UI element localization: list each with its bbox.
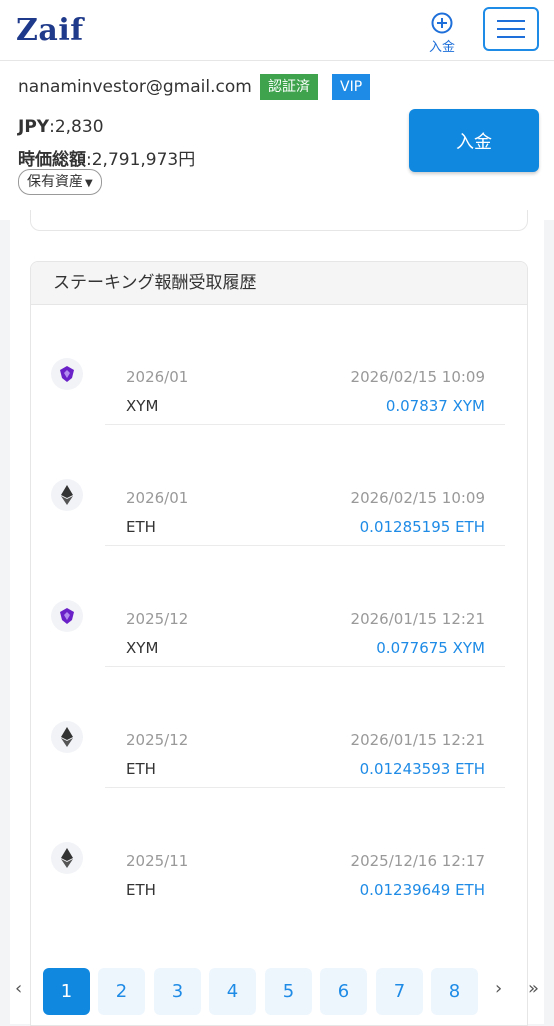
- page-2-button[interactable]: 2: [98, 968, 145, 1015]
- history-row: 2025/12 ETH 2026/01/15 12:21 0.01243593 …: [31, 667, 527, 788]
- header-deposit-button[interactable]: 入金: [424, 12, 460, 55]
- header-deposit-label: 入金: [428, 40, 455, 55]
- reward-datetime: 2026/01/15 12:21: [350, 610, 485, 628]
- main-content: ステーキング報酬受取履歴 2026/01 XYM 2026/02/15 10:0…: [10, 210, 544, 1026]
- total-value: :2,791,973円: [86, 150, 196, 170]
- account-email: nanaminvestor@gmail.com: [18, 77, 252, 97]
- xym-icon: [51, 600, 83, 632]
- jpy-balance: JPY:2,830: [18, 117, 104, 137]
- reward-period: 2026/01: [126, 489, 189, 507]
- caret-down-icon: ▼: [85, 178, 93, 189]
- verified-badge: 認証済: [260, 74, 318, 100]
- reward-amount: 0.01239649 ETH: [359, 881, 485, 899]
- reward-period: 2025/11: [126, 852, 189, 870]
- reward-datetime: 2026/02/15 10:09: [350, 368, 485, 386]
- reward-period: 2025/12: [126, 610, 189, 628]
- page-1-button[interactable]: 1: [43, 968, 90, 1015]
- next-page-button[interactable]: ›: [495, 978, 502, 999]
- hamburger-menu-button[interactable]: [483, 7, 539, 51]
- panel-title: ステーキング報酬受取履歴: [31, 262, 527, 305]
- history-row: 2026/01 XYM 2026/02/15 10:09 0.07837 XYM: [31, 304, 527, 425]
- page-7-button[interactable]: 7: [376, 968, 423, 1015]
- xym-icon: [51, 358, 83, 390]
- reward-datetime: 2026/01/15 12:21: [350, 731, 485, 749]
- reward-currency: XYM: [126, 639, 159, 657]
- account-summary: nanaminvestor@gmail.com 認証済 VIP JPY:2,83…: [0, 61, 554, 220]
- staking-history-panel: ステーキング報酬受取履歴 2026/01 XYM 2026/02/15 10:0…: [30, 261, 528, 1026]
- reward-amount: 0.01285195 ETH: [359, 518, 485, 536]
- total-label: 時価総額: [18, 150, 86, 170]
- eth-icon: [51, 479, 83, 511]
- zaif-logo[interactable]: Zaif: [16, 10, 84, 50]
- deposit-button[interactable]: 入金: [409, 109, 539, 172]
- reward-datetime: 2025/12/16 12:17: [350, 852, 485, 870]
- plus-circle-icon: [431, 12, 453, 34]
- page-8-button[interactable]: 8: [431, 968, 478, 1015]
- logo-text: Zaif: [16, 12, 84, 48]
- menu-icon-bar: [497, 20, 525, 22]
- reward-currency: ETH: [126, 760, 156, 778]
- prev-page-button[interactable]: ‹: [15, 978, 22, 999]
- jpy-label: JPY: [18, 117, 50, 137]
- pagination: ‹ 1 2 3 4 5 6 7 8 › »: [0, 966, 554, 1024]
- reward-currency: XYM: [126, 397, 159, 415]
- holdings-dropdown[interactable]: 保有資産 ▼: [18, 169, 102, 195]
- menu-icon-bar: [497, 28, 525, 30]
- reward-currency: ETH: [126, 518, 156, 536]
- reward-period: 2025/12: [126, 731, 189, 749]
- eth-icon: [51, 842, 83, 874]
- history-row: 2025/11 ETH 2025/12/16 12:17 0.01239649 …: [31, 788, 527, 909]
- reward-period: 2026/01: [126, 368, 189, 386]
- page-5-button[interactable]: 5: [265, 968, 312, 1015]
- vip-badge: VIP: [332, 74, 371, 100]
- eth-icon: [51, 721, 83, 753]
- history-row: 2025/12 XYM 2026/01/15 12:21 0.077675 XY…: [31, 546, 527, 667]
- page-4-button[interactable]: 4: [209, 968, 256, 1015]
- menu-icon-bar: [497, 36, 525, 38]
- page-3-button[interactable]: 3: [154, 968, 201, 1015]
- reward-amount: 0.01243593 ETH: [359, 760, 485, 778]
- holdings-dropdown-label: 保有資産: [27, 174, 83, 190]
- history-row: 2026/01 ETH 2026/02/15 10:09 0.01285195 …: [31, 425, 527, 546]
- reward-datetime: 2026/02/15 10:09: [350, 489, 485, 507]
- reward-amount: 0.077675 XYM: [376, 639, 485, 657]
- page-6-button[interactable]: 6: [320, 968, 367, 1015]
- last-page-button[interactable]: »: [528, 978, 539, 999]
- reward-currency: ETH: [126, 881, 156, 899]
- total-valuation: 時価総額:2,791,973円: [18, 145, 195, 170]
- reward-amount: 0.07837 XYM: [385, 397, 485, 415]
- top-bar: Zaif 入金: [0, 0, 554, 61]
- jpy-value: :2,830: [49, 117, 104, 137]
- previous-card: [30, 210, 528, 231]
